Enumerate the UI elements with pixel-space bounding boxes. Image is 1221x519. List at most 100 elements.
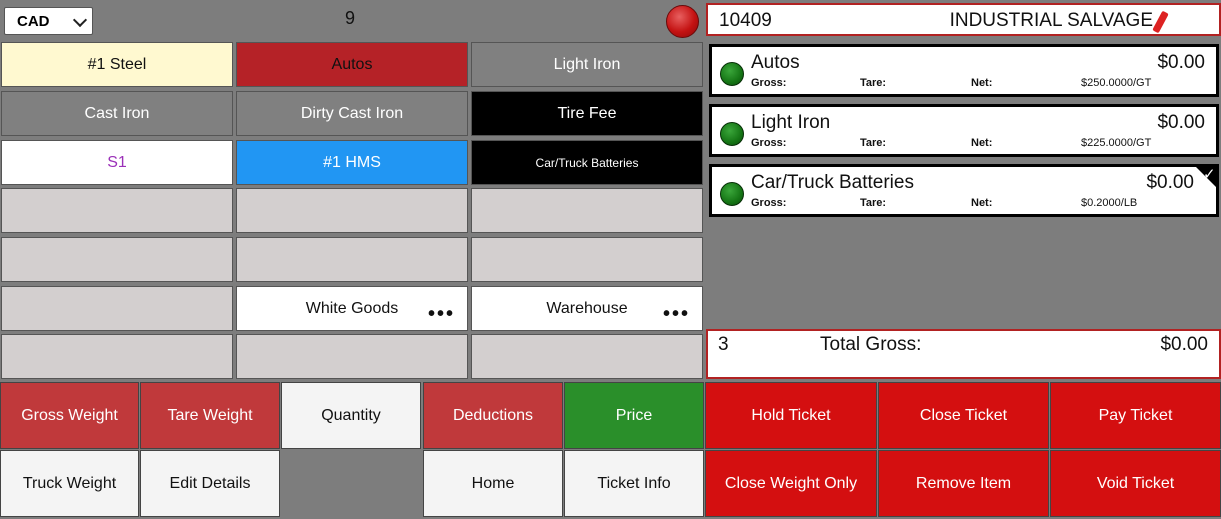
tare-label: Tare: — [860, 77, 887, 89]
commodity-button-empty[interactable] — [1, 237, 233, 282]
tare-label: Tare: — [860, 137, 887, 149]
button-label: Close Weight Only — [724, 474, 858, 492]
button-label: Ticket Info — [597, 474, 671, 492]
status-dot-icon — [720, 182, 744, 206]
line-item-autos[interactable]: Autos $0.00 Gross: Tare: Net: $250.0000/… — [709, 44, 1219, 97]
currency-select[interactable]: CAD — [4, 7, 93, 35]
commodity-button-empty[interactable] — [236, 237, 468, 282]
button-label: Close Ticket — [919, 406, 1008, 424]
commodity-label: Light Iron — [553, 55, 621, 73]
commodity-button-1-hms[interactable]: #1 HMS — [236, 140, 468, 185]
commodity-label: Cast Iron — [84, 104, 150, 122]
commodity-button-tire-fee[interactable]: Tire Fee — [471, 91, 703, 136]
commodity-label: #1 HMS — [323, 153, 381, 171]
commodity-label: Warehouse — [546, 299, 628, 317]
line-item-name: Autos — [751, 52, 800, 73]
chevron-down-icon — [72, 12, 88, 28]
line-item-rate: $0.2000/LB — [1081, 197, 1138, 209]
commodity-label: Dirty Cast Iron — [300, 104, 404, 122]
close-weight-only-button[interactable]: Close Weight Only — [705, 450, 877, 517]
void-ticket-button[interactable]: Void Ticket — [1050, 450, 1221, 517]
line-item-light-iron[interactable]: Light Iron $0.00 Gross: Tare: Net: $225.… — [709, 104, 1219, 157]
commodity-button-empty[interactable] — [1, 188, 233, 233]
commodity-button-empty[interactable] — [1, 334, 233, 379]
tare-weight-button[interactable]: Tare Weight — [140, 382, 280, 449]
commodity-button-s1[interactable]: S1 — [1, 140, 233, 185]
commodity-label: S1 — [107, 153, 127, 171]
more-icon: ••• — [427, 303, 455, 325]
commodity-button-cast-iron[interactable]: Cast Iron — [1, 91, 233, 136]
commodity-button-light-iron[interactable]: Light Iron — [471, 42, 703, 87]
line-item-amount: $0.00 — [1157, 112, 1205, 133]
button-label: Pay Ticket — [1098, 406, 1173, 424]
total-item-count: 3 — [718, 334, 729, 355]
commodity-button-empty[interactable] — [471, 237, 703, 282]
ticket-header[interactable]: 10409 INDUSTRIAL SALVAGE — [706, 3, 1221, 36]
button-label: Hold Ticket — [751, 406, 831, 424]
line-item-rate: $250.0000/GT — [1081, 77, 1152, 89]
button-label: Gross Weight — [21, 406, 118, 424]
gross-label: Gross: — [751, 77, 787, 89]
commodity-button-warehouse[interactable]: Warehouse ••• — [471, 286, 703, 331]
button-label: Price — [615, 406, 653, 424]
hold-ticket-button[interactable]: Hold Ticket — [705, 382, 877, 449]
line-item-car-truck-batteries[interactable]: Car/Truck Batteries $0.00 Gross: Tare: N… — [709, 164, 1219, 217]
deductions-button[interactable]: Deductions — [423, 382, 563, 449]
button-label: Deductions — [452, 406, 534, 424]
commodity-label: White Goods — [305, 299, 399, 317]
home-button[interactable]: Home — [423, 450, 563, 517]
button-label: Edit Details — [169, 474, 251, 492]
button-label: Tare Weight — [167, 406, 253, 424]
status-dot-icon — [720, 122, 744, 146]
commodity-button-1-steel[interactable]: #1 Steel — [1, 42, 233, 87]
status-light-icon[interactable] — [666, 5, 699, 38]
commodity-button-autos[interactable]: Autos — [236, 42, 468, 87]
truck-weight-button[interactable]: Truck Weight — [0, 450, 139, 517]
currency-value: CAD — [17, 12, 50, 30]
ticket-info-button[interactable]: Ticket Info — [564, 450, 704, 517]
price-button[interactable]: Price — [564, 382, 704, 449]
selected-check-icon: ✓ — [1193, 164, 1219, 190]
more-icon: ••• — [662, 303, 690, 325]
button-label: Quantity — [321, 406, 381, 424]
line-item-name: Light Iron — [751, 112, 831, 133]
net-label: Net: — [971, 77, 993, 89]
total-gross-label: Total Gross: — [820, 334, 922, 355]
pay-ticket-button[interactable]: Pay Ticket — [1050, 382, 1221, 449]
gross-weight-button[interactable]: Gross Weight — [0, 382, 139, 449]
commodity-button-empty[interactable] — [1, 286, 233, 331]
total-panel: 3 Total Gross: $0.00 — [706, 329, 1221, 379]
button-label: Void Ticket — [1096, 474, 1175, 492]
net-label: Net: — [971, 137, 993, 149]
commodity-button-empty[interactable] — [236, 334, 468, 379]
button-label: Truck Weight — [22, 474, 117, 492]
gross-label: Gross: — [751, 137, 787, 149]
close-ticket-button[interactable]: Close Ticket — [878, 382, 1049, 449]
pencil-icon[interactable] — [1152, 10, 1169, 34]
commodity-label: Autos — [331, 55, 373, 73]
edit-details-button[interactable]: Edit Details — [140, 450, 280, 517]
button-label: Remove Item — [915, 474, 1012, 492]
line-item-amount: $0.00 — [1146, 172, 1194, 193]
remove-item-button[interactable]: Remove Item — [878, 450, 1049, 517]
line-item-amount: $0.00 — [1157, 52, 1205, 73]
quantity-button[interactable]: Quantity — [281, 382, 421, 449]
commodity-label: Car/Truck Batteries — [535, 155, 639, 170]
commodity-button-car-truck-batteries[interactable]: Car/Truck Batteries — [471, 140, 703, 185]
net-label: Net: — [971, 197, 993, 209]
check-glyph: ✓ — [1203, 165, 1216, 183]
commodity-button-empty[interactable] — [471, 188, 703, 233]
gross-label: Gross: — [751, 197, 787, 209]
commodity-button-empty[interactable] — [471, 334, 703, 379]
commodity-label: #1 Steel — [87, 55, 147, 73]
status-dot-icon — [720, 62, 744, 86]
ticket-number: 10409 — [719, 10, 772, 31]
item-counter: 9 — [344, 8, 355, 28]
commodity-label: Tire Fee — [557, 104, 617, 122]
commodity-button-white-goods[interactable]: White Goods ••• — [236, 286, 468, 331]
commodity-button-empty[interactable] — [236, 188, 468, 233]
button-label: Home — [471, 474, 515, 492]
tare-label: Tare: — [860, 197, 887, 209]
commodity-button-dirty-cast-iron[interactable]: Dirty Cast Iron — [236, 91, 468, 136]
line-item-name: Car/Truck Batteries — [751, 172, 914, 193]
